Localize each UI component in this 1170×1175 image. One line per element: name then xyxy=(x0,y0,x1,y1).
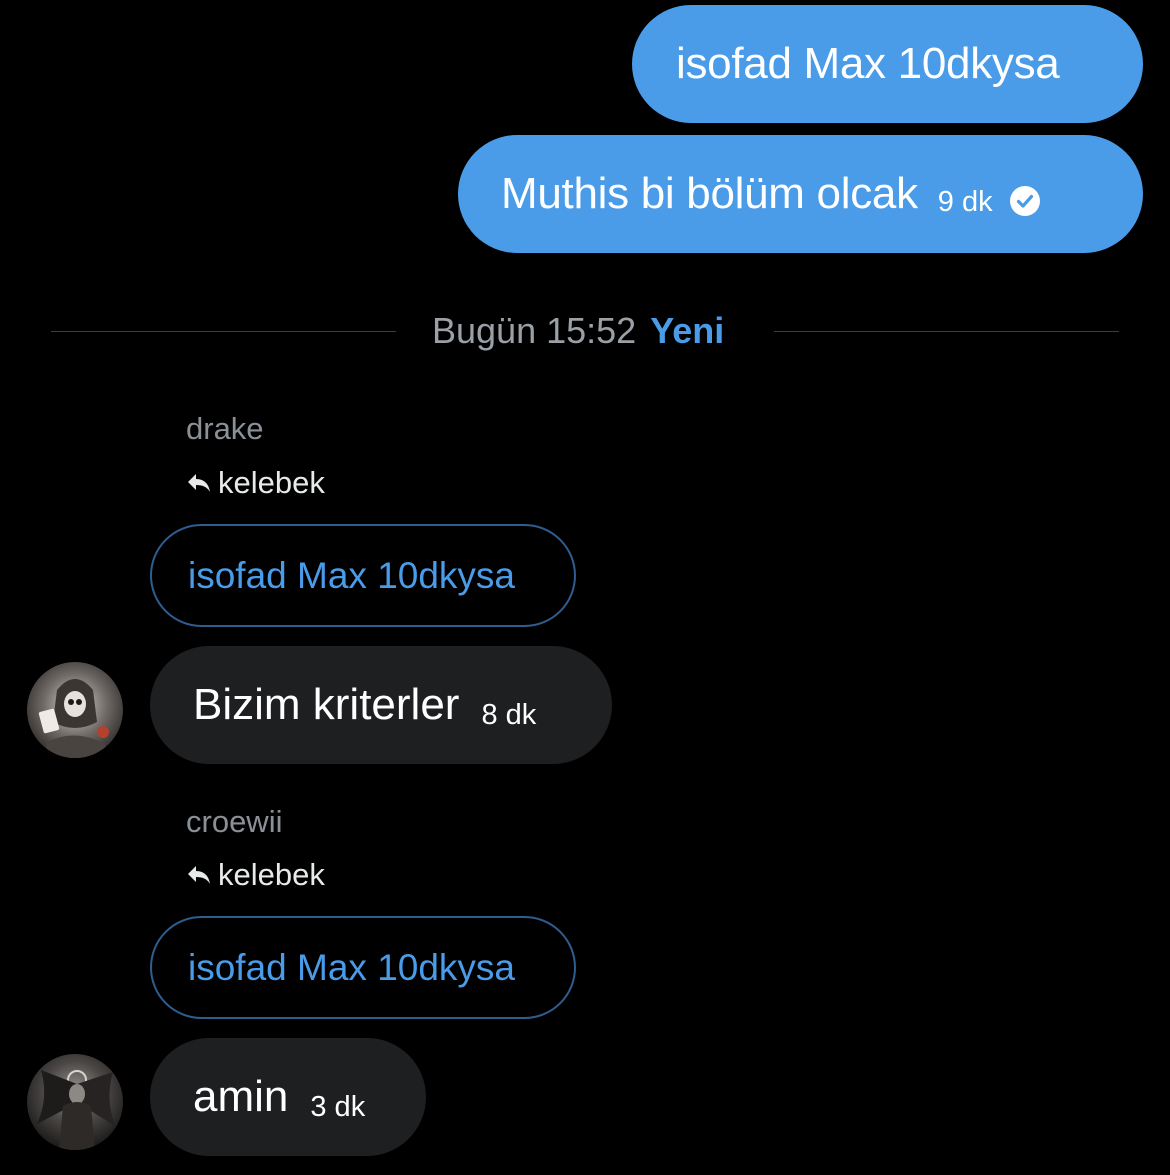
reply-to-line: kelebek xyxy=(186,465,325,501)
message-text: isofad Max 10dkysa xyxy=(676,39,1060,88)
message-timestamp: 3 dk xyxy=(310,1090,366,1123)
quoted-text: isofad Max 10dkysa xyxy=(188,554,516,596)
reply-to-name: kelebek xyxy=(218,465,325,500)
reply-icon xyxy=(188,866,210,884)
outgoing-message-bubble[interactable]: Muthis bi bölüm olcak 9 dk xyxy=(458,135,1143,253)
quoted-message[interactable]: isofad Max 10dkysa xyxy=(150,916,576,1019)
message-timestamp: 9 dk xyxy=(937,185,993,218)
quoted-text: isofad Max 10dkysa xyxy=(188,946,516,988)
quoted-message[interactable]: isofad Max 10dkysa xyxy=(150,524,576,627)
message-text: Bizim kriterler xyxy=(193,680,460,729)
sender-name: croewii xyxy=(186,804,283,839)
reply-to-line: kelebek xyxy=(186,857,325,893)
reply-to-name: kelebek xyxy=(218,857,325,892)
message-timestamp: 8 dk xyxy=(481,698,537,731)
read-check-icon xyxy=(1009,186,1040,216)
sender-name: drake xyxy=(186,411,264,446)
incoming-message-bubble[interactable]: amin 3 dk xyxy=(150,1038,426,1156)
avatar[interactable] xyxy=(27,1054,123,1150)
new-messages-divider: Bugün 15:52 Yeni xyxy=(432,310,724,352)
message-text: amin xyxy=(193,1072,289,1121)
reply-icon xyxy=(188,474,210,492)
outgoing-message-bubble[interactable]: isofad Max 10dkysa xyxy=(632,5,1143,123)
avatar-image xyxy=(27,662,123,758)
avatar[interactable] xyxy=(27,662,123,758)
divider-date: Bugün 15:52 xyxy=(432,310,637,351)
avatar-image xyxy=(27,1054,123,1150)
divider-line-right xyxy=(774,331,1119,332)
divider-line-left xyxy=(51,331,396,332)
new-label: Yeni xyxy=(650,310,725,351)
message-text: Muthis bi bölüm olcak xyxy=(501,169,918,218)
incoming-message-bubble[interactable]: Bizim kriterler 8 dk xyxy=(150,646,612,764)
